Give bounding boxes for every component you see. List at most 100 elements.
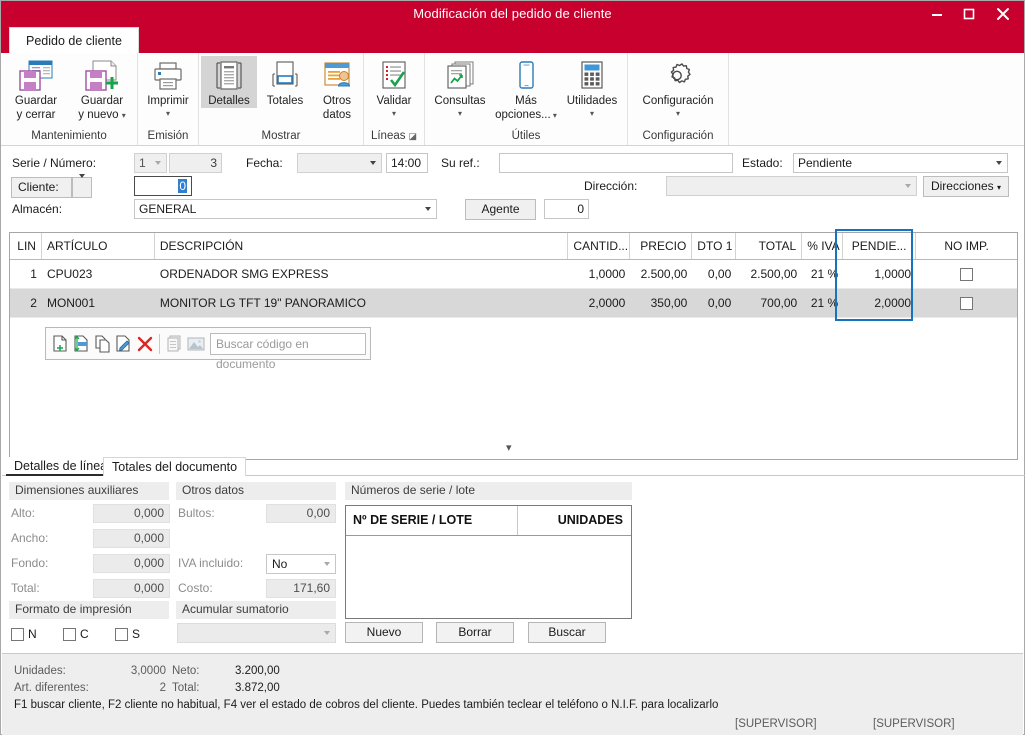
grid-header-descripcion[interactable]: DESCRIPCIÓN (155, 233, 569, 259)
checkbox-n[interactable] (11, 628, 24, 642)
new-line-icon[interactable] (50, 332, 71, 356)
otros-datos-header: Otros datos (176, 482, 336, 500)
no-imp-checkbox[interactable] (960, 297, 974, 311)
chevron-down-icon[interactable]: ▾ (590, 109, 594, 118)
fecha-datepicker[interactable] (297, 153, 382, 173)
chevron-down-icon[interactable]: ▾ (506, 441, 512, 454)
formato-check-c[interactable]: C (63, 626, 89, 642)
serie-select[interactable]: 1 (134, 153, 167, 173)
estado-select[interactable]: Pendiente (793, 153, 1008, 173)
cell-iva: 21 % (810, 267, 839, 281)
serie-buscar-button[interactable]: Buscar (528, 622, 606, 643)
minimize-icon[interactable] (922, 1, 952, 27)
cliente-button[interactable]: Cliente: (11, 177, 72, 198)
ribbon-button-totales[interactable]: Totales (257, 56, 313, 108)
image-icon[interactable] (185, 332, 206, 356)
almacen-select[interactable]: GENERAL (134, 199, 437, 219)
ribbon-button-guardar-y-nuevo[interactable]: Guardar y nuevo ▾ (69, 56, 135, 122)
iva-incluido-select[interactable]: No (266, 554, 336, 574)
grid-header-lin[interactable]: LIN (10, 233, 42, 259)
ribbon-button-detalles[interactable]: Detalles (201, 56, 257, 108)
ribbon-button-validar[interactable]: Validar ▾ (366, 56, 422, 118)
chevron-down-icon[interactable] (319, 624, 335, 642)
su-ref-input[interactable] (499, 153, 733, 173)
formato-check-n[interactable]: N (11, 626, 37, 642)
total-dim-field[interactable]: 0,000 (93, 579, 170, 598)
bultos-label: Bultos: (178, 506, 215, 520)
chevron-down-icon[interactable]: ▾ (458, 109, 462, 118)
maximize-icon[interactable] (954, 1, 984, 27)
chevron-down-icon[interactable]: ▾ (551, 111, 557, 120)
dialog-launcher-icon[interactable]: ◪ (409, 131, 418, 141)
edit-line-icon[interactable] (113, 332, 134, 356)
ribbon-group-title: Líneas ◪ (364, 129, 424, 145)
ribbon-button-utilidades[interactable]: Utilidades ▾ (559, 56, 625, 118)
grid-header-iva[interactable]: % IVA (802, 233, 844, 259)
insert-line-icon[interactable] (71, 332, 92, 356)
ribbon-button-consultas[interactable]: Consultas ▾ (427, 56, 493, 118)
agente-code-input[interactable]: 0 (544, 199, 589, 219)
ribbon-button-guardar-y-cerrar[interactable]: Guardar y cerrar (3, 56, 69, 121)
hora-field[interactable]: 14:00 (386, 153, 428, 173)
serie-nuevo-button[interactable]: Nuevo (345, 622, 423, 643)
ribbon-group-emision: Imprimir ▾ Emisión (138, 53, 199, 145)
table-row[interactable]: 1 CPU023 ORDENADOR SMG EXPRESS 1,0000 2.… (10, 260, 1017, 289)
tab-totales-del-documento[interactable]: Totales del documento (103, 457, 247, 476)
no-imp-checkbox[interactable] (960, 268, 974, 282)
grid-header-total[interactable]: TOTAL (736, 233, 803, 259)
ribbon-button-configuracion[interactable]: Configuración ▾ (630, 56, 726, 118)
chevron-down-icon[interactable] (899, 177, 916, 195)
save-new-icon (85, 58, 119, 94)
grid-header-precio[interactable]: PRECIO (630, 233, 693, 259)
ribbon-button-imprimir[interactable]: Imprimir ▾ (140, 56, 196, 118)
acumular-sumatorio-select[interactable] (177, 623, 336, 643)
chevron-down-icon[interactable] (990, 154, 1007, 172)
ribbon-button-label: Imprimir (147, 95, 189, 107)
ancho-field[interactable]: 0,000 (93, 529, 170, 548)
bultos-field[interactable]: 0,00 (266, 504, 336, 523)
chevron-down-icon[interactable]: ▾ (392, 109, 396, 118)
copy-line-icon[interactable] (92, 332, 113, 356)
search-input[interactable]: Buscar código en documento (210, 332, 366, 371)
ribbon-button-label: Otros (322, 95, 352, 107)
costo-field[interactable]: 171,60 (266, 579, 336, 598)
unidades-value: 3,0000 (130, 665, 166, 677)
fondo-field[interactable]: 0,000 (93, 554, 170, 573)
chevron-down-icon[interactable]: ▾ (122, 111, 126, 120)
serie-lote-col-numero[interactable]: Nº DE SERIE / LOTE (346, 506, 518, 535)
grid-header-no-imp[interactable]: NO IMP. (916, 233, 1017, 259)
serie-lote-col-unidades[interactable]: UNIDADES (518, 506, 630, 535)
ribbon-filler (729, 53, 1024, 145)
cliente-dropdown-button[interactable] (72, 174, 92, 198)
checkbox-c[interactable] (63, 628, 76, 642)
alto-field[interactable]: 0,000 (93, 504, 170, 523)
tab-detalles-de-linea[interactable]: Detalles de línea (6, 457, 116, 476)
chevron-down-icon[interactable]: ▾ (676, 109, 680, 118)
chevron-down-icon[interactable] (149, 154, 166, 172)
line-toolbar: Buscar código en documento (45, 327, 371, 371)
checkbox-s[interactable] (115, 628, 128, 642)
chevron-down-icon[interactable]: ▾ (166, 109, 170, 118)
ribbon-button-otros-datos[interactable]: Otros datos (313, 56, 361, 121)
grid-header-articulo[interactable]: ARTÍCULO (42, 233, 155, 259)
serie-borrar-button[interactable]: Borrar (436, 622, 514, 643)
close-icon[interactable] (988, 1, 1018, 27)
chevron-down-icon[interactable] (419, 200, 436, 218)
delete-line-icon[interactable] (134, 332, 155, 356)
document-icon[interactable] (164, 332, 185, 356)
cliente-code-value: 0 (178, 179, 187, 193)
chevron-down-icon[interactable] (319, 555, 335, 573)
chevron-down-icon[interactable] (364, 154, 381, 172)
cliente-code-input[interactable]: 0 (134, 176, 192, 196)
direccion-select[interactable] (666, 176, 917, 196)
grid-header-cantidad[interactable]: CANTID... (568, 233, 631, 259)
agente-button[interactable]: Agente (465, 199, 536, 220)
formato-check-s[interactable]: S (115, 626, 140, 642)
grid-header-dto1[interactable]: DTO 1 (692, 233, 737, 259)
direcciones-button[interactable]: Direcciones ▾ (923, 176, 1009, 197)
numero-field[interactable]: 3 (169, 153, 222, 173)
grid-header-pendiente[interactable]: PENDIE... (843, 233, 917, 259)
ribbon-button-mas-opciones[interactable]: Consultas Más opciones... ▾ (493, 56, 559, 122)
table-row[interactable]: 2 MON001 MONITOR LG TFT 19" PANORAMICO 2… (10, 289, 1017, 318)
tab-pedido-de-cliente[interactable]: Pedido de cliente (9, 27, 139, 53)
